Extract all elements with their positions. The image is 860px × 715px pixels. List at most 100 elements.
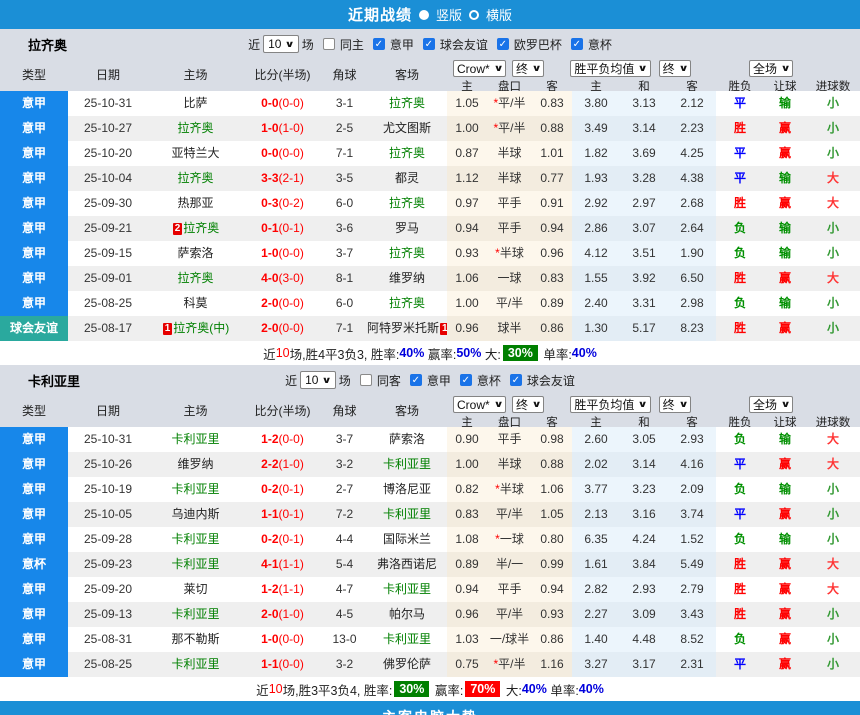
league-filter-checkbox-0[interactable]: ✓ bbox=[410, 374, 422, 386]
team-link[interactable]: 萨索洛 bbox=[389, 432, 425, 446]
team-link[interactable]: 维罗纳 bbox=[389, 271, 425, 285]
match-count-select[interactable]: 10∨ bbox=[263, 35, 299, 53]
away-team[interactable]: 卡利亚里 bbox=[367, 452, 447, 477]
score-cell[interactable]: 1-0(0-0) bbox=[243, 241, 322, 266]
home-team[interactable]: 那不勒斯 bbox=[148, 627, 243, 652]
team-link[interactable]: 拉齐奥 bbox=[183, 221, 219, 235]
team-link[interactable]: 阿特罗米托斯 bbox=[367, 321, 439, 335]
away-team[interactable]: 帕尔马 bbox=[367, 602, 447, 627]
away-team[interactable]: 拉齐奥 bbox=[367, 191, 447, 216]
team-link[interactable]: 拉齐奥 bbox=[389, 246, 425, 260]
team-link[interactable]: 亚特兰大 bbox=[171, 146, 219, 160]
away-team[interactable]: 阿特罗米托斯1 bbox=[367, 316, 447, 341]
league-filter-checkbox-2[interactable]: ✓ bbox=[497, 38, 509, 50]
match-type-cell[interactable]: 意甲 bbox=[0, 577, 68, 602]
score-cell[interactable]: 3-3(2-1) bbox=[243, 166, 322, 191]
league-filter-label-0[interactable]: 意甲 bbox=[427, 372, 451, 389]
scope-select[interactable]: 全场∨ bbox=[749, 396, 793, 413]
score-cell[interactable]: 0-2(0-1) bbox=[243, 527, 322, 552]
avg-odds-select[interactable]: 胜平负均值∨ bbox=[570, 60, 650, 77]
away-team[interactable]: 拉齐奥 bbox=[367, 91, 447, 116]
team-link[interactable]: 拉齐奥 bbox=[177, 271, 213, 285]
odds-company-select[interactable]: Crow*∨ bbox=[453, 396, 506, 413]
match-type-cell[interactable]: 意甲 bbox=[0, 241, 68, 266]
league-filter-checkbox-0[interactable]: ✓ bbox=[373, 38, 385, 50]
match-type-cell[interactable]: 意甲 bbox=[0, 116, 68, 141]
match-count-select[interactable]: 10∨ bbox=[300, 371, 336, 389]
league-filter-label-1[interactable]: 球会友谊 bbox=[440, 36, 488, 53]
home-team[interactable]: 热那亚 bbox=[148, 191, 243, 216]
home-team[interactable]: 拉齐奥 bbox=[148, 266, 243, 291]
team-link[interactable]: 科莫 bbox=[183, 296, 207, 310]
home-team[interactable]: 乌迪内斯 bbox=[148, 502, 243, 527]
avg-stage-select[interactable]: 终∨ bbox=[659, 60, 691, 77]
league-filter-checkbox-1[interactable]: ✓ bbox=[460, 374, 472, 386]
match-type-cell[interactable]: 意甲 bbox=[0, 452, 68, 477]
away-team[interactable]: 罗马 bbox=[367, 216, 447, 241]
avg-stage-select[interactable]: 终∨ bbox=[659, 396, 691, 413]
away-team[interactable]: 拉齐奥 bbox=[367, 141, 447, 166]
away-team[interactable]: 拉齐奥 bbox=[367, 291, 447, 316]
team-link[interactable]: 那不勒斯 bbox=[171, 632, 219, 646]
vertical-layout-label[interactable]: 竖版 bbox=[436, 5, 462, 24]
team-link[interactable]: 都灵 bbox=[395, 171, 419, 185]
score-cell[interactable]: 1-1(0-0) bbox=[243, 652, 322, 677]
home-team[interactable]: 拉齐奥 bbox=[148, 166, 243, 191]
match-type-cell[interactable]: 意甲 bbox=[0, 427, 68, 452]
team-link[interactable]: 热那亚 bbox=[177, 196, 213, 210]
match-type-cell[interactable]: 意甲 bbox=[0, 216, 68, 241]
team-link[interactable]: 拉齐奥 bbox=[389, 196, 425, 210]
team-link[interactable]: 拉齐奥 bbox=[389, 296, 425, 310]
score-cell[interactable]: 1-0(1-0) bbox=[243, 116, 322, 141]
team-link[interactable]: 拉齐奥 bbox=[177, 121, 213, 135]
away-team[interactable]: 都灵 bbox=[367, 166, 447, 191]
match-type-cell[interactable]: 意甲 bbox=[0, 602, 68, 627]
team-link[interactable]: 弗洛西诺尼 bbox=[377, 557, 437, 571]
team-link[interactable]: 拉齐奥 bbox=[177, 171, 213, 185]
score-cell[interactable]: 0-0(0-0) bbox=[243, 91, 322, 116]
same-venue-checkbox[interactable] bbox=[360, 374, 372, 386]
horizontal-layout-radio[interactable] bbox=[469, 10, 479, 20]
away-team[interactable]: 萨索洛 bbox=[367, 427, 447, 452]
odds-company-select[interactable]: Crow*∨ bbox=[453, 60, 506, 77]
team-link[interactable]: 卡利亚里 bbox=[171, 607, 219, 621]
home-team[interactable]: 科莫 bbox=[148, 291, 243, 316]
home-team[interactable]: 亚特兰大 bbox=[148, 141, 243, 166]
home-team[interactable]: 维罗纳 bbox=[148, 452, 243, 477]
league-filter-label-1[interactable]: 意杯 bbox=[477, 372, 501, 389]
match-type-cell[interactable]: 意甲 bbox=[0, 477, 68, 502]
team-link[interactable]: 比萨 bbox=[183, 96, 207, 110]
match-type-cell[interactable]: 意甲 bbox=[0, 527, 68, 552]
home-team[interactable]: 卡利亚里 bbox=[148, 477, 243, 502]
home-team[interactable]: 2拉齐奥 bbox=[148, 216, 243, 241]
avg-odds-select[interactable]: 胜平负均值∨ bbox=[570, 396, 650, 413]
team-link[interactable]: 尤文图斯 bbox=[383, 121, 431, 135]
league-filter-checkbox-3[interactable]: ✓ bbox=[571, 38, 583, 50]
away-team[interactable]: 卡利亚里 bbox=[367, 627, 447, 652]
same-venue-label[interactable]: 同主 bbox=[340, 36, 364, 53]
away-team[interactable]: 拉齐奥 bbox=[367, 241, 447, 266]
match-type-cell[interactable]: 球会友谊 bbox=[0, 316, 68, 341]
home-team[interactable]: 萨索洛 bbox=[148, 241, 243, 266]
team-link[interactable]: 佛罗伦萨 bbox=[383, 657, 431, 671]
team-link[interactable]: 萨索洛 bbox=[177, 246, 213, 260]
team-link[interactable]: 帕尔马 bbox=[389, 607, 425, 621]
odds-stage-select[interactable]: 终∨ bbox=[512, 396, 544, 413]
league-filter-label-0[interactable]: 意甲 bbox=[390, 36, 414, 53]
home-team[interactable]: 卡利亚里 bbox=[148, 427, 243, 452]
score-cell[interactable]: 1-1(0-1) bbox=[243, 502, 322, 527]
league-filter-checkbox-1[interactable]: ✓ bbox=[423, 38, 435, 50]
score-cell[interactable]: 0-2(0-1) bbox=[243, 477, 322, 502]
team-link[interactable]: 罗马 bbox=[395, 221, 419, 235]
odds-stage-select[interactable]: 终∨ bbox=[512, 60, 544, 77]
score-cell[interactable]: 1-2(1-1) bbox=[243, 577, 322, 602]
match-type-cell[interactable]: 意甲 bbox=[0, 266, 68, 291]
team-link[interactable]: 卡利亚里 bbox=[383, 507, 431, 521]
away-team[interactable]: 卡利亚里 bbox=[367, 577, 447, 602]
team-link[interactable]: 拉齐奥 bbox=[389, 96, 425, 110]
team-name[interactable]: 卡利亚里 bbox=[28, 371, 80, 390]
score-cell[interactable]: 0-1(0-1) bbox=[243, 216, 322, 241]
away-team[interactable]: 卡利亚里 bbox=[367, 502, 447, 527]
home-team[interactable]: 莱切 bbox=[148, 577, 243, 602]
home-team[interactable]: 卡利亚里 bbox=[148, 602, 243, 627]
